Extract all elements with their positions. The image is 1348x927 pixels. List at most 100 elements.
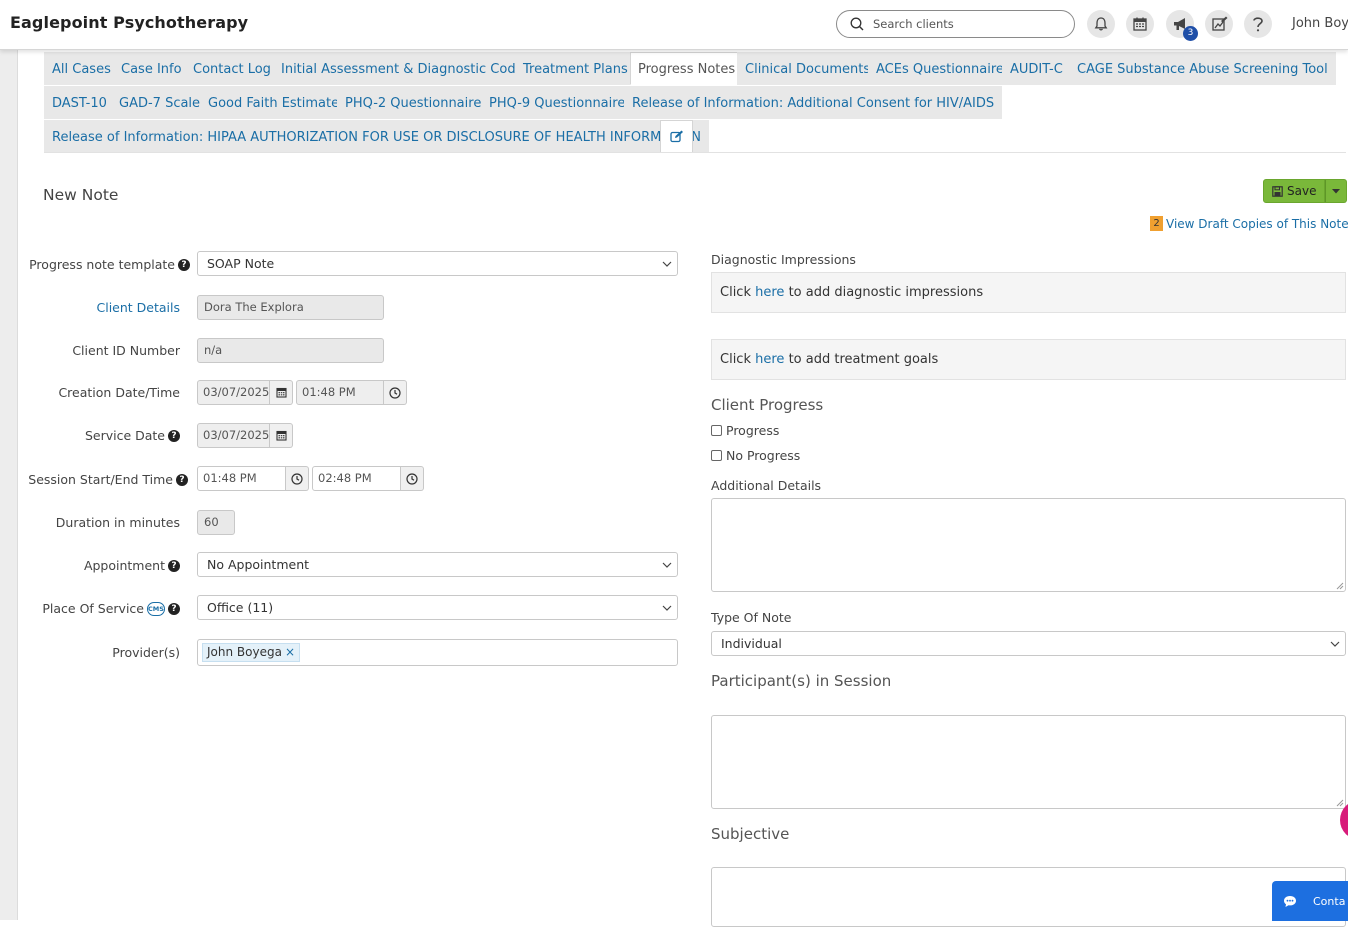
announcements-button[interactable]: 3	[1166, 10, 1198, 41]
tab-cage-screening[interactable]: CAGE Substance Abuse Screening Tool	[1069, 52, 1336, 85]
client-details-link[interactable]: Client Details	[20, 300, 181, 315]
user-menu[interactable]: John Boy	[1292, 16, 1348, 31]
calendar-button[interactable]	[1126, 10, 1154, 38]
tab-good-faith-estimate[interactable]: Good Faith Estimate	[200, 86, 348, 119]
creation-time-picker[interactable]	[384, 380, 407, 405]
tab-treatment-plans[interactable]: Treatment Plans	[515, 52, 636, 85]
resize-grip-icon[interactable]	[1336, 799, 1344, 807]
progress-checkbox[interactable]	[711, 425, 722, 436]
tab-case-info[interactable]: Case Info	[113, 52, 190, 85]
goals-suffix-text: to add treatment goals	[788, 352, 939, 367]
session-time-field-label: Session Start/End Time?	[20, 472, 188, 487]
calendar-icon	[1133, 17, 1147, 31]
type-of-note-select[interactable]: Individual	[711, 631, 1346, 656]
tab-phq-9[interactable]: PHQ-9 Questionnaire	[481, 86, 634, 119]
tab-phq-2[interactable]: PHQ-2 Questionnaire	[337, 86, 490, 119]
question-icon	[1253, 17, 1263, 32]
creation-time-field[interactable]: 01:48 PM	[296, 380, 384, 405]
creation-date-field[interactable]: 03/07/2025	[197, 380, 270, 405]
session-start-field[interactable]: 01:48 PM	[197, 466, 286, 491]
save-button[interactable]: Save	[1263, 179, 1326, 203]
diagnostic-impressions-box: Click here to add diagnostic impressions	[711, 272, 1346, 313]
appointment-field-label: Appointment?	[20, 558, 180, 573]
template-field-label: Progress note template?	[20, 257, 190, 272]
help-icon[interactable]: ?	[168, 559, 180, 572]
tab-roi-hipaa[interactable]: Release of Information: HIPAA AUTHORIZAT…	[44, 120, 710, 153]
help-icon[interactable]: ?	[176, 473, 188, 486]
template-select[interactable]: SOAP Note	[197, 251, 678, 276]
session-end-picker[interactable]	[401, 466, 424, 491]
page-title: New Note	[43, 186, 119, 204]
help-icon[interactable]: ?	[178, 258, 190, 271]
progress-checkbox-row[interactable]: Progress	[711, 423, 779, 438]
client-id-field: n/a	[197, 338, 384, 363]
clock-icon	[291, 472, 303, 485]
save-options-dropdown[interactable]	[1325, 179, 1348, 203]
additional-details-textarea[interactable]	[711, 498, 1346, 592]
left-rail	[0, 50, 18, 920]
subjective-textarea[interactable]	[711, 867, 1346, 927]
cms-badge: CMS	[147, 601, 165, 616]
tab-progress-notes[interactable]: Progress Notes	[630, 52, 744, 85]
diagnostic-impressions-label: Diagnostic Impressions	[711, 252, 856, 267]
chevron-down-icon	[1330, 641, 1340, 647]
bell-icon	[1094, 17, 1108, 31]
chart-edit-icon	[1211, 16, 1227, 31]
search-icon	[850, 17, 864, 31]
view-draft-copies-link[interactable]: 2 View Draft Copies of This Note	[1150, 216, 1348, 231]
reports-button[interactable]	[1205, 10, 1233, 38]
tab-initial-assessment[interactable]: Initial Assessment & Diagnostic Codes	[273, 52, 539, 85]
place-of-service-select[interactable]: Office (11)	[197, 595, 678, 620]
tab-dast-10[interactable]: DAST-10	[44, 86, 115, 119]
diag-suffix-text: to add diagnostic impressions	[788, 285, 984, 300]
tab-clinical-documents[interactable]: Clinical Documents	[737, 52, 879, 85]
providers-input[interactable]: John Boyega ×	[197, 639, 678, 666]
save-button-group: Save	[1263, 179, 1348, 203]
search-box[interactable]	[836, 10, 1075, 38]
top-bar: Eaglepoint Psychotherapy 3	[0, 0, 1348, 50]
subjective-heading: Subjective	[711, 825, 790, 843]
chevron-down-icon	[662, 605, 672, 611]
appointment-select[interactable]: No Appointment	[197, 552, 678, 577]
search-input[interactable]	[871, 15, 1066, 33]
resize-grip-icon[interactable]	[1336, 582, 1344, 590]
tab-all-cases[interactable]: All Cases	[44, 52, 119, 85]
place-value: Office (11)	[207, 600, 274, 615]
caret-down-icon	[1332, 188, 1341, 193]
help-icon[interactable]: ?	[168, 429, 180, 442]
notifications-button[interactable]	[1087, 10, 1115, 38]
clock-icon	[389, 386, 401, 399]
session-end-field[interactable]: 02:48 PM	[312, 466, 401, 491]
click-text: Click	[720, 285, 751, 300]
template-value: SOAP Note	[207, 256, 275, 271]
add-diagnostic-impressions-link[interactable]: here	[755, 285, 784, 300]
contact-chat-button[interactable]: Conta	[1272, 881, 1348, 921]
tabs-divider	[44, 152, 1346, 153]
edit-tabs-button[interactable]	[660, 120, 693, 153]
no-progress-checkbox-row[interactable]: No Progress	[711, 448, 800, 463]
session-label-text: Session Start/End Time	[28, 472, 173, 487]
chevron-down-icon	[662, 562, 672, 568]
service-date-field[interactable]: 03/07/2025	[197, 423, 270, 448]
appointment-value: No Appointment	[207, 557, 310, 572]
tab-roi-hiv[interactable]: Release of Information: Additional Conse…	[624, 86, 1003, 119]
duration-label: Duration in minutes	[55, 515, 180, 530]
service-date-picker[interactable]	[270, 423, 293, 448]
remove-provider-button[interactable]: ×	[285, 645, 295, 659]
creation-date-picker[interactable]	[270, 380, 293, 405]
save-label: Save	[1287, 184, 1317, 198]
help-button[interactable]	[1244, 10, 1272, 38]
tab-contact-log[interactable]: Contact Log	[185, 52, 279, 85]
participants-textarea[interactable]	[711, 715, 1346, 809]
clock-icon	[406, 472, 418, 485]
tab-audit-c[interactable]: AUDIT-C	[1002, 52, 1071, 85]
tab-gad-7[interactable]: GAD-7 Scale	[111, 86, 209, 119]
service-date-label-text: Service Date	[84, 428, 165, 443]
add-treatment-goals-link[interactable]: here	[755, 352, 784, 367]
calendar-icon	[275, 430, 287, 441]
client-name-field: Dora The Explora	[197, 295, 384, 320]
session-start-picker[interactable]	[286, 466, 309, 491]
tab-aces-questionnaire[interactable]: ACEs Questionnaire	[868, 52, 1012, 85]
no-progress-checkbox[interactable]	[711, 450, 722, 461]
help-icon[interactable]: ?	[168, 602, 180, 615]
